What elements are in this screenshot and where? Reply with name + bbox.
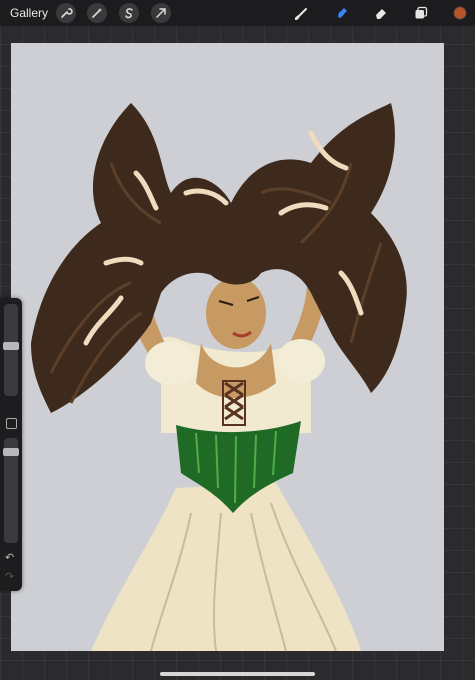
brush-icon[interactable] [292, 3, 312, 23]
layers-icon[interactable] [411, 3, 431, 23]
home-indicator [160, 672, 315, 676]
eraser-icon[interactable] [371, 3, 391, 23]
brush-sidebar: ↶ ↷ [0, 298, 22, 591]
transform-arrow-icon[interactable] [151, 3, 171, 23]
drawing-canvas[interactable] [11, 43, 444, 651]
wrench-icon[interactable] [56, 3, 76, 23]
modify-square-icon[interactable] [6, 418, 17, 429]
selection-s-icon[interactable] [119, 3, 139, 23]
top-toolbar: Gallery [0, 0, 475, 26]
color-swatch[interactable] [450, 3, 470, 23]
left-sleeve [145, 341, 197, 385]
artwork-illustration [31, 103, 407, 651]
face [206, 277, 266, 349]
opacity-handle[interactable] [3, 448, 19, 456]
gallery-button[interactable]: Gallery [10, 6, 48, 20]
right-sleeve [277, 339, 325, 383]
brush-size-handle[interactable] [3, 342, 19, 350]
undo-icon[interactable]: ↶ [5, 551, 14, 564]
magic-wand-icon[interactable] [87, 3, 107, 23]
brush-size-slider[interactable] [4, 304, 18, 396]
dress-skirt [91, 483, 361, 651]
smudge-icon[interactable] [332, 3, 352, 23]
redo-icon[interactable]: ↷ [5, 570, 14, 583]
